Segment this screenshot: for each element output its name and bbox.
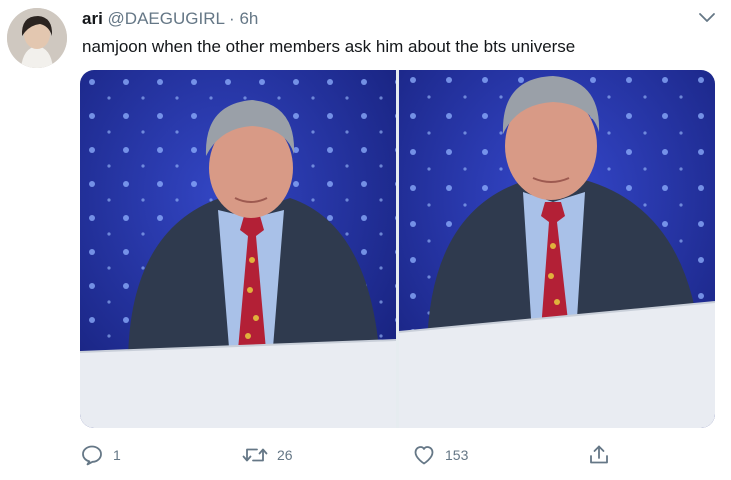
reply-count: 1 bbox=[113, 447, 121, 463]
media-grid bbox=[80, 70, 715, 428]
retweet-button[interactable]: 26 bbox=[242, 440, 293, 470]
author-handle[interactable]: @DAEGUGIRL bbox=[108, 9, 225, 28]
reply-button[interactable]: 1 bbox=[80, 440, 121, 470]
media-photo-right[interactable] bbox=[399, 70, 715, 428]
avatar[interactable] bbox=[7, 8, 67, 68]
author-name[interactable]: ari bbox=[82, 9, 103, 28]
more-options-chevron-icon[interactable] bbox=[696, 10, 718, 26]
tweet-text: namjoon when the other members ask him a… bbox=[82, 37, 576, 56]
tweet: ari @DAEGUGIRL · 6h namjoon when the oth… bbox=[0, 0, 731, 480]
avatar-image bbox=[7, 8, 67, 68]
tweet-header: ari @DAEGUGIRL · 6h bbox=[82, 9, 258, 29]
share-button[interactable] bbox=[587, 440, 611, 470]
tweet-timestamp[interactable]: 6h bbox=[239, 9, 258, 28]
share-icon bbox=[590, 445, 608, 464]
reply-icon bbox=[82, 445, 102, 466]
media-photo-left[interactable] bbox=[80, 70, 396, 428]
heart-icon bbox=[414, 446, 434, 465]
retweet-icon bbox=[242, 448, 268, 462]
like-button[interactable]: 153 bbox=[412, 440, 468, 470]
retweet-count: 26 bbox=[277, 447, 293, 463]
like-count: 153 bbox=[445, 447, 469, 463]
separator-dot: · bbox=[229, 9, 235, 28]
tweet-actions: 1 26 153 bbox=[80, 440, 720, 470]
